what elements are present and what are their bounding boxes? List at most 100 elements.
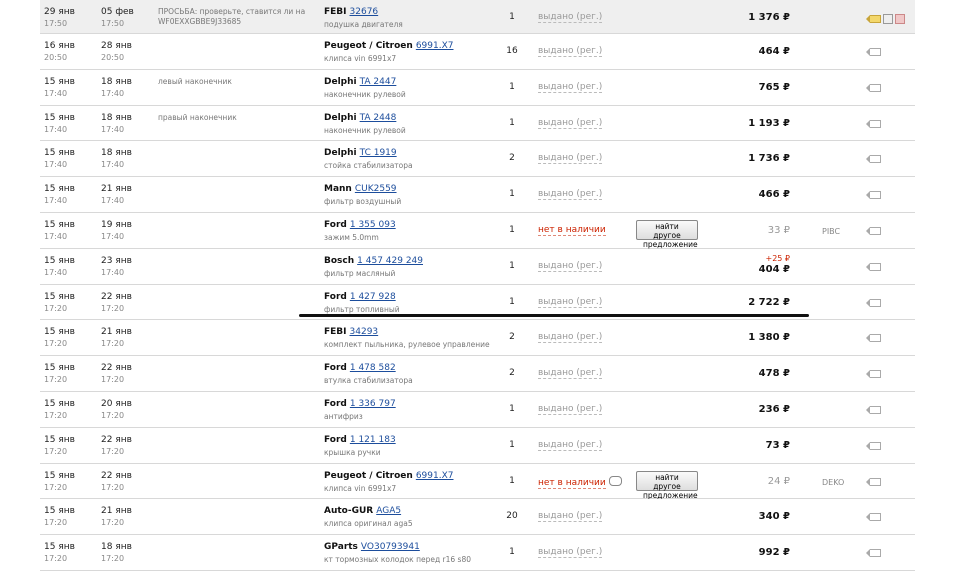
- tag-icon[interactable]: [866, 549, 881, 558]
- price-value: 1 376 ₽: [748, 12, 790, 23]
- delivery-date-time: 17:20: [101, 339, 125, 349]
- quantity: 1: [509, 403, 515, 414]
- part-code-link[interactable]: 1 355 093: [350, 220, 396, 230]
- part-code-link[interactable]: 1 336 797: [350, 399, 396, 409]
- status-link[interactable]: выдано (рег.): [538, 368, 603, 380]
- status-link[interactable]: выдано (рег.): [538, 189, 603, 201]
- part-code-link[interactable]: 34293: [350, 327, 379, 337]
- tag-icon[interactable]: [866, 155, 881, 164]
- tag-icon[interactable]: [866, 298, 881, 307]
- status-link[interactable]: выдано (рег.): [538, 46, 603, 57]
- find-other-offer-button[interactable]: найти другое предложение: [636, 470, 698, 500]
- delivery-date: 23 янв 17:40: [101, 256, 157, 278]
- order-status: нет в наличии: [538, 475, 628, 489]
- part-code-link[interactable]: TC 1919: [360, 148, 397, 158]
- part-description: крышка ручки: [324, 447, 381, 457]
- status-link[interactable]: выдано (рег.): [538, 153, 603, 165]
- part-description: антифриз: [324, 411, 363, 421]
- tag-icon[interactable]: [866, 83, 881, 92]
- tag-icon[interactable]: [866, 48, 881, 56]
- status-link[interactable]: нет в наличии: [538, 477, 606, 489]
- quantity: 20: [506, 511, 518, 522]
- order-date-time: 20:50: [44, 53, 68, 62]
- part-code-link[interactable]: AGA5: [376, 506, 401, 516]
- delivery-date: 18 янв 17:40: [101, 148, 157, 170]
- delivery-date: 19 янв 17:40: [101, 220, 157, 242]
- table-row: 15 янв 17:40 18 янв 17:40 левый наконечник De…: [40, 69, 915, 106]
- price: 33 ₽: [700, 225, 790, 236]
- status-link[interactable]: выдано (рег.): [538, 332, 603, 344]
- price-value: 1 736 ₽: [748, 153, 790, 165]
- part-description: кт тормозных колодок перед r16 s80: [324, 555, 471, 565]
- part-brand: Ford: [324, 291, 347, 302]
- tag-icon[interactable]: [866, 370, 881, 379]
- status-link[interactable]: нет в наличии: [538, 224, 606, 236]
- part-info: Delphi TA 2447 наконечник рулевой: [324, 77, 514, 100]
- status-link[interactable]: выдано (рег.): [538, 12, 603, 23]
- status-link[interactable]: выдано (рег.): [538, 117, 603, 129]
- price: 1 376 ₽: [700, 12, 790, 23]
- status-link[interactable]: выдано (рег.): [538, 547, 603, 559]
- note-icon[interactable]: [883, 14, 893, 24]
- delivery-date-day: 21 янв: [101, 327, 132, 338]
- tag-icon[interactable]: [866, 477, 881, 486]
- order-date: 15 янв 17:20: [44, 399, 100, 421]
- order-comment: правый наконечник: [158, 112, 237, 122]
- tag-icon[interactable]: [866, 513, 881, 522]
- tag-icon[interactable]: [866, 262, 881, 271]
- delivery-date-day: 20 янв: [101, 398, 132, 409]
- delivery-date-time: 20:50: [101, 53, 125, 62]
- status-link[interactable]: выдано (рег.): [538, 439, 603, 451]
- order-date: 29 янв 17:50: [44, 7, 100, 29]
- price: 1 380 ₽: [700, 332, 790, 343]
- find-other-offer-button[interactable]: найти другое предложение: [636, 219, 698, 249]
- part-code-link[interactable]: 6991.X7: [416, 41, 454, 51]
- row-actions: [866, 226, 881, 239]
- part-description: наконечник рулевой: [324, 125, 406, 135]
- print-icon[interactable]: [895, 14, 905, 24]
- order-status: выдано (рег.): [538, 189, 628, 201]
- table-row: 15 янв 17:20 22 янв 17:20 Peugeot / Citroen 6…: [40, 463, 915, 500]
- status-link[interactable]: выдано (рег.): [538, 296, 603, 308]
- tag-icon[interactable]: [866, 441, 881, 450]
- part-code-link[interactable]: 32676: [350, 7, 379, 17]
- order-date-time: 17:40: [44, 196, 68, 206]
- status-link[interactable]: выдано (рег.): [538, 260, 603, 272]
- order-status: выдано (рег.): [538, 439, 628, 451]
- quantity: 1: [509, 189, 515, 200]
- tag-icon[interactable]: [866, 405, 881, 414]
- table-row: 29 янв 17:50 05 фев 17:50 ПРОСЬБА: проверьте…: [40, 0, 915, 34]
- part-code-link[interactable]: 1 121 183: [350, 435, 396, 445]
- part-code-link[interactable]: 1 457 429 249: [357, 256, 423, 266]
- part-code-link[interactable]: VO30793941: [361, 542, 420, 552]
- order-date: 15 янв 17:20: [44, 292, 100, 314]
- part-code-link[interactable]: 1 478 582: [350, 363, 396, 373]
- part-info: Ford 1 121 183 крышка ручки: [324, 435, 514, 458]
- part-code-link[interactable]: 1 427 928: [350, 292, 396, 302]
- part-code-link[interactable]: TA 2447: [360, 77, 397, 87]
- part-brand: Ford: [324, 363, 347, 374]
- order-date: 15 янв 17:20: [44, 471, 100, 493]
- status-link[interactable]: выдано (рег.): [538, 81, 603, 93]
- order-date: 15 янв 17:20: [44, 327, 100, 349]
- part-code-link[interactable]: 6991.X7: [416, 471, 454, 481]
- status-link[interactable]: выдано (рег.): [538, 403, 603, 415]
- tag-icon[interactable]: [866, 334, 881, 343]
- tag-icon[interactable]: [866, 191, 881, 200]
- part-code-link[interactable]: CUK2559: [355, 184, 397, 194]
- tag-icon[interactable]: [866, 119, 881, 128]
- tag-icon[interactable]: [866, 15, 881, 23]
- table-row: 15 янв 17:20 21 янв 17:20 Auto-GUR AGA5 клипса…: [40, 499, 915, 536]
- tag-icon[interactable]: [866, 226, 881, 235]
- row-actions: [866, 48, 881, 60]
- delivery-date-day: 18 янв: [101, 542, 132, 553]
- order-date-day: 29 янв: [44, 7, 75, 17]
- part-code-link[interactable]: TA 2448: [360, 113, 397, 123]
- part-description: втулка стабилизатора: [324, 376, 413, 386]
- part-brand: Mann: [324, 184, 352, 195]
- order-date-day: 15 янв: [44, 363, 75, 374]
- row-actions: [866, 549, 881, 561]
- status-link[interactable]: выдано (рег.): [538, 511, 603, 523]
- comment-bubble-icon[interactable]: [608, 475, 622, 486]
- row-actions: [866, 513, 881, 525]
